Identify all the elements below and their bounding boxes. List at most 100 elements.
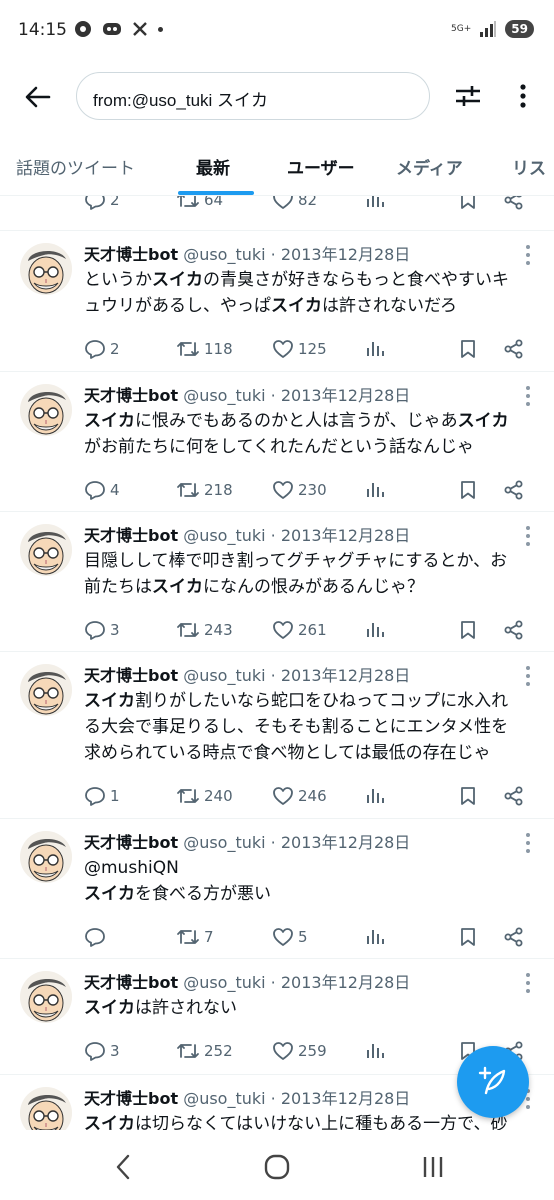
like-button[interactable]: 82 bbox=[272, 196, 317, 210]
author-handle[interactable]: @uso_tuki bbox=[178, 526, 265, 545]
tweet-menu-button[interactable] bbox=[522, 386, 534, 406]
retweet-button[interactable]: 243 bbox=[176, 620, 233, 640]
tweet-timeline[interactable]: 2 64 82 天才博士bot @uso_tuki · 2013年12月28日 … bbox=[0, 196, 554, 1130]
like-button[interactable]: 246 bbox=[272, 786, 327, 806]
share-button[interactable] bbox=[504, 786, 524, 806]
author-name[interactable]: 天才博士bot bbox=[84, 386, 178, 405]
avatar[interactable] bbox=[20, 831, 72, 883]
bookmark-button[interactable] bbox=[459, 786, 477, 806]
share-button[interactable] bbox=[504, 927, 524, 947]
analytics-button[interactable] bbox=[366, 927, 384, 945]
tweet-item[interactable]: 天才博士bot @uso_tuki · 2013年12月28日 目隠しして棒で叩き… bbox=[0, 511, 554, 651]
search-filter-button[interactable] bbox=[450, 78, 486, 114]
battery-indicator: 59 bbox=[505, 20, 534, 38]
tweet-date[interactable]: 2013年12月28日 bbox=[281, 973, 410, 992]
avatar[interactable] bbox=[20, 664, 72, 716]
author-name[interactable]: 天才博士bot bbox=[84, 666, 178, 685]
tweet-item[interactable]: 天才博士bot @uso_tuki · 2013年12月28日 スイカに恨みでもあ… bbox=[0, 371, 554, 511]
back-button[interactable] bbox=[20, 79, 56, 115]
nav-recents-button[interactable] bbox=[413, 1150, 453, 1184]
author-handle[interactable]: @uso_tuki bbox=[178, 973, 265, 992]
author-name[interactable]: 天才博士bot bbox=[84, 526, 178, 545]
analytics-button[interactable] bbox=[366, 196, 384, 208]
like-button[interactable]: 125 bbox=[272, 339, 327, 359]
tab-lists[interactable]: リス bbox=[512, 154, 546, 179]
tweet-item[interactable]: 天才博士bot @uso_tuki · 2013年12月28日 @mushiQN ス… bbox=[0, 818, 554, 958]
bookmark-button[interactable] bbox=[459, 620, 477, 640]
retweet-button[interactable]: 218 bbox=[176, 480, 233, 500]
like-button[interactable]: 259 bbox=[272, 1041, 327, 1061]
bookmark-button[interactable] bbox=[459, 480, 477, 500]
tab-latest[interactable]: 最新 bbox=[196, 154, 230, 179]
avatar[interactable] bbox=[20, 384, 72, 436]
bookmark-button[interactable] bbox=[459, 927, 477, 947]
like-button[interactable]: 230 bbox=[272, 480, 327, 500]
tab-top[interactable]: 話題のツイート bbox=[16, 154, 135, 179]
nav-home-button[interactable] bbox=[257, 1150, 297, 1184]
tweet-menu-button[interactable] bbox=[522, 973, 534, 993]
nav-back-button[interactable] bbox=[103, 1150, 143, 1184]
share-button[interactable] bbox=[504, 196, 524, 210]
tweet-date[interactable]: 2013年12月28日 bbox=[281, 526, 410, 545]
bookmark-button[interactable] bbox=[459, 196, 477, 210]
text-segment: は切らなくてはいけない上に種もある一方で、砂 bbox=[135, 1114, 508, 1130]
author-handle[interactable]: @uso_tuki bbox=[178, 386, 265, 405]
author-name[interactable]: 天才博士bot bbox=[84, 1089, 178, 1108]
analytics-button[interactable] bbox=[366, 786, 384, 804]
like-button[interactable]: 261 bbox=[272, 620, 327, 640]
tweet-date[interactable]: 2013年12月28日 bbox=[281, 1089, 410, 1108]
author-name[interactable]: 天才博士bot bbox=[84, 833, 178, 852]
tab-media[interactable]: メディア bbox=[396, 154, 463, 179]
like-button[interactable]: 5 bbox=[272, 927, 308, 947]
tweet-item[interactable]: 天才博士bot @uso_tuki · 2013年12月28日 スイカ割りがしたい… bbox=[0, 651, 554, 818]
retweet-button[interactable]: 64 bbox=[176, 196, 223, 210]
more-options-button[interactable] bbox=[508, 78, 538, 114]
reply-button[interactable]: 1 bbox=[84, 786, 120, 806]
tweet-menu-button[interactable] bbox=[522, 526, 534, 546]
search-input[interactable]: from:@uso_tuki スイカ bbox=[76, 72, 430, 120]
tweet-menu-button[interactable] bbox=[522, 245, 534, 265]
retweet-button[interactable]: 240 bbox=[176, 786, 233, 806]
avatar[interactable] bbox=[20, 971, 72, 1023]
tweet-date[interactable]: 2013年12月28日 bbox=[281, 386, 410, 405]
share-button[interactable] bbox=[504, 620, 524, 640]
author-handle[interactable]: @uso_tuki bbox=[178, 1089, 265, 1108]
author-handle[interactable]: @uso_tuki bbox=[178, 833, 265, 852]
reply-button[interactable] bbox=[84, 927, 110, 947]
reply-button[interactable]: 3 bbox=[84, 1041, 120, 1061]
tab-people[interactable]: ユーザー bbox=[287, 154, 355, 179]
author-name[interactable]: 天才博士bot bbox=[84, 245, 178, 264]
retweet-button[interactable]: 118 bbox=[176, 339, 233, 359]
avatar[interactable] bbox=[20, 524, 72, 576]
avatar-image bbox=[20, 524, 72, 576]
analytics-button[interactable] bbox=[366, 1041, 384, 1059]
share-button[interactable] bbox=[504, 339, 524, 359]
tweet-date[interactable]: 2013年12月28日 bbox=[281, 833, 410, 852]
tweet-menu-button[interactable] bbox=[522, 666, 534, 686]
author-handle[interactable]: @uso_tuki bbox=[178, 245, 265, 264]
share-button[interactable] bbox=[504, 480, 524, 500]
author-name[interactable]: 天才博士bot bbox=[84, 973, 178, 992]
tweet-item[interactable]: 天才博士bot @uso_tuki · 2013年12月28日 というかスイカの青… bbox=[0, 230, 554, 371]
tweet-date[interactable]: 2013年12月28日 bbox=[281, 245, 410, 264]
reply-button[interactable]: 3 bbox=[84, 620, 120, 640]
bookmark-button[interactable] bbox=[459, 339, 477, 359]
analytics-button[interactable] bbox=[366, 620, 384, 638]
reply-button[interactable]: 2 bbox=[84, 196, 120, 210]
heart-icon bbox=[273, 1042, 293, 1060]
analytics-button[interactable] bbox=[366, 339, 384, 357]
retweet-count: 64 bbox=[204, 196, 224, 209]
avatar[interactable] bbox=[20, 1087, 72, 1130]
tweet-menu-button[interactable] bbox=[522, 833, 534, 853]
analytics-button[interactable] bbox=[366, 480, 384, 498]
retweet-button[interactable]: 7 bbox=[176, 927, 214, 947]
compose-tweet-button[interactable] bbox=[457, 1046, 529, 1118]
bar-chart-icon bbox=[367, 342, 384, 356]
author-handle[interactable]: @uso_tuki bbox=[178, 666, 265, 685]
tweet-date[interactable]: 2013年12月28日 bbox=[281, 666, 410, 685]
avatar[interactable] bbox=[20, 243, 72, 295]
reply-button[interactable]: 4 bbox=[84, 480, 120, 500]
x-logo-icon bbox=[133, 22, 147, 36]
retweet-button[interactable]: 252 bbox=[176, 1041, 233, 1061]
reply-button[interactable]: 2 bbox=[84, 339, 120, 359]
